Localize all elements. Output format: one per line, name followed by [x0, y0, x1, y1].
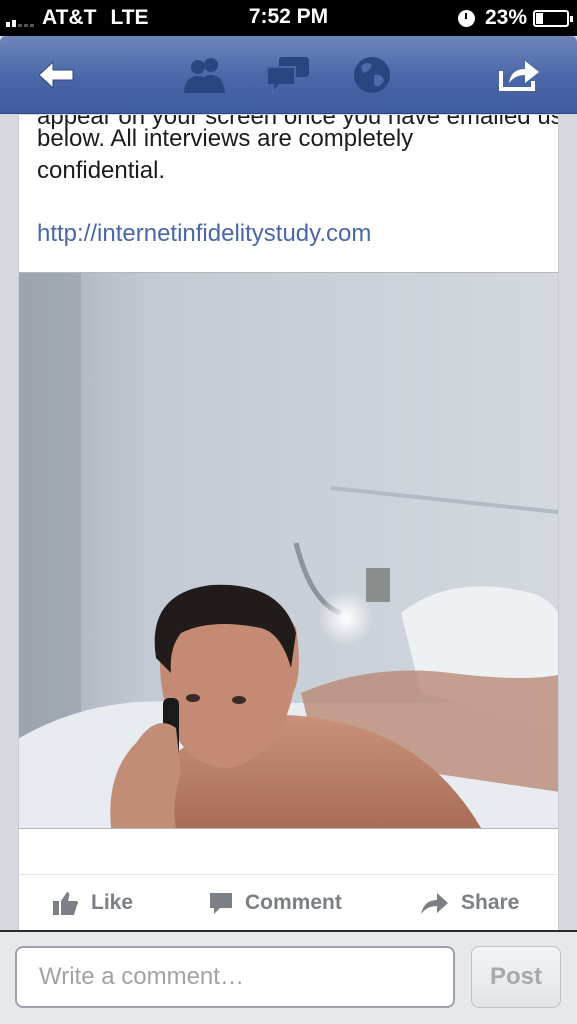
like-label: Like — [91, 891, 134, 914]
friend-requests-button[interactable] — [178, 54, 232, 96]
comment-label: Comment — [245, 891, 342, 914]
battery-percent: 23% — [484, 6, 527, 29]
post-link[interactable]: http://internetinfidelitystudy.com — [37, 220, 371, 248]
like-button[interactable]: Like — [53, 891, 133, 915]
thumbs-up-icon — [53, 892, 78, 915]
globe-icon — [354, 57, 390, 93]
post-photo[interactable] — [19, 272, 558, 829]
post-actions: Like Comment Share — [19, 875, 558, 930]
back-arrow-icon — [38, 60, 74, 90]
battery-icon — [533, 9, 573, 27]
post-line: confidential. — [37, 157, 166, 184]
post-comment-button[interactable]: Post — [471, 946, 561, 1008]
share-nav-button[interactable] — [494, 54, 544, 96]
photo-image — [19, 273, 558, 828]
share-icon — [499, 61, 539, 91]
share-label: Share — [461, 891, 520, 914]
messages-button[interactable] — [262, 54, 314, 96]
comment-bar: Post — [0, 930, 577, 1024]
comment-input[interactable] — [15, 946, 455, 1008]
messages-icon — [266, 57, 309, 95]
comment-button[interactable]: Comment — [209, 891, 342, 915]
comment-bubble-icon — [210, 893, 232, 914]
post-card: appear on your screen once you have emai… — [18, 115, 559, 930]
nav-bar — [0, 36, 577, 114]
friends-icon — [184, 58, 225, 93]
back-button[interactable] — [30, 54, 82, 96]
battery-group: 23% — [457, 6, 573, 30]
share-arrow-icon — [421, 893, 448, 914]
alarm-clock-icon — [457, 9, 475, 27]
notifications-button[interactable] — [348, 54, 396, 96]
status-bar: AT&T LTE 7:52 PM 23% — [0, 0, 577, 36]
post-body: appear on your screen once you have emai… — [37, 115, 558, 187]
share-button[interactable]: Share — [421, 891, 519, 915]
post-partial-line: appear on your screen once you have emai… — [37, 115, 559, 130]
